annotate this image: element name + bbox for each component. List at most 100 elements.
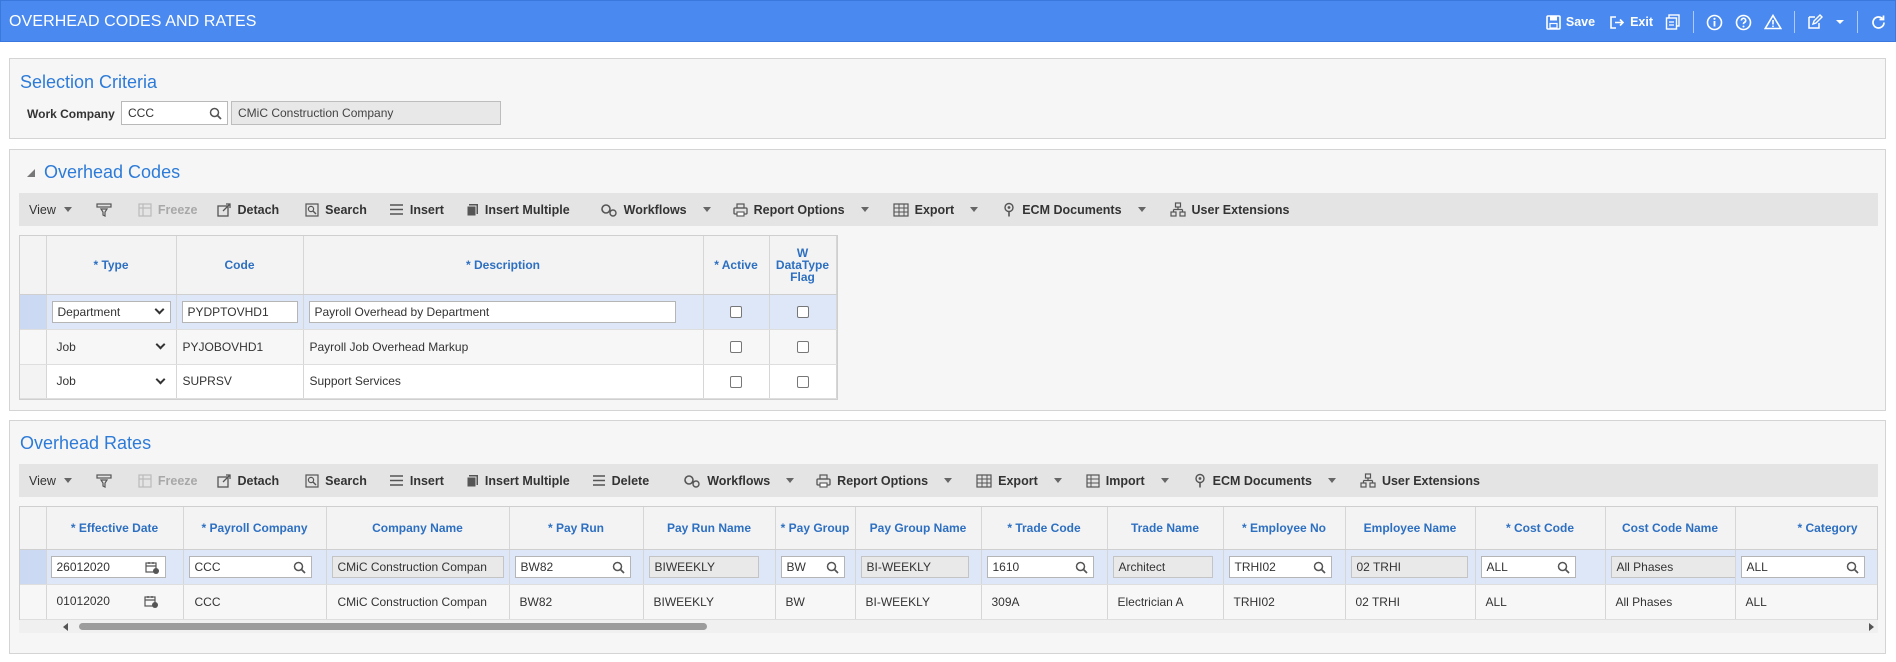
table-row[interactable]: Job SUPRSV Support Services — [20, 364, 837, 399]
scrollbar-thumb[interactable] — [79, 623, 707, 630]
table-row[interactable]: 01012020 CCC CMiC Construction Compan BW… — [20, 584, 1877, 620]
type-select[interactable]: Department — [51, 300, 171, 323]
column-header-company-name[interactable]: Company Name — [326, 507, 510, 550]
workflows-button[interactable]: Workflows — [600, 203, 711, 217]
search-icon[interactable] — [293, 561, 306, 574]
view-menu[interactable]: View — [29, 474, 72, 488]
horizontal-scrollbar[interactable] — [19, 620, 1878, 633]
search-icon[interactable] — [1075, 561, 1088, 574]
search-button[interactable]: Search — [305, 203, 367, 217]
view-menu[interactable]: View — [29, 203, 72, 217]
column-header-cost-code[interactable]: * Cost Code — [1475, 507, 1606, 550]
warning-icon[interactable] — [1764, 14, 1782, 30]
filter-icon[interactable] — [96, 473, 118, 488]
refresh-icon[interactable] — [1870, 14, 1887, 31]
cost-code-input[interactable]: ALL — [1480, 555, 1576, 578]
employee-no-input[interactable]: TRHI02 — [1228, 555, 1332, 578]
column-header-description[interactable]: * Description — [303, 236, 704, 295]
payroll-company-input[interactable]: CCC — [188, 555, 312, 578]
detach-button[interactable]: Detach — [217, 474, 279, 488]
table-row[interactable]: Job PYJOBOVHD1 Payroll Job Overhead Mark… — [20, 329, 837, 365]
code-cell[interactable]: PYJOBOVHD1 — [176, 329, 304, 365]
report-options-button[interactable]: Report Options — [816, 474, 953, 488]
column-header-effective-date[interactable]: * Effective Date — [46, 507, 184, 550]
freeze-button[interactable]: Freeze — [138, 474, 197, 488]
insert-button[interactable]: Insert — [389, 203, 444, 217]
import-button[interactable]: Import — [1086, 474, 1169, 488]
trade-code-input[interactable]: 1610 — [986, 555, 1094, 578]
ecm-documents-button[interactable]: ECM Documents — [1193, 473, 1336, 488]
effective-date-input[interactable]: 26012020 — [50, 555, 166, 578]
collapse-icon[interactable] — [26, 168, 36, 178]
info-icon[interactable] — [1706, 14, 1723, 31]
chevron-down-icon[interactable] — [1835, 18, 1845, 26]
delete-button[interactable]: Delete — [592, 474, 649, 488]
search-icon[interactable] — [1557, 561, 1570, 574]
column-header-type[interactable]: * Type — [46, 236, 177, 295]
user-extensions-button[interactable]: User Extensions — [1360, 473, 1480, 488]
exit-button[interactable]: Exit — [1609, 15, 1653, 30]
column-header-cost-code-name[interactable]: Cost Code Name — [1605, 507, 1736, 550]
filter-icon[interactable] — [96, 202, 118, 217]
search-button[interactable]: Search — [305, 474, 367, 488]
row-selector[interactable] — [20, 364, 47, 399]
flag-checkbox[interactable] — [796, 306, 809, 319]
column-header-w-datatype-flag[interactable]: W DataType Flag — [769, 236, 837, 295]
column-header-employee-no[interactable]: * Employee No — [1223, 507, 1346, 550]
column-header-payroll-company[interactable]: * Payroll Company — [183, 507, 327, 550]
code-input[interactable]: PYDPTOVHD1 — [181, 300, 298, 323]
category-cell[interactable]: ALL — [1735, 584, 1877, 620]
cost-code-cell[interactable]: ALL — [1475, 584, 1606, 620]
help-icon[interactable] — [1735, 14, 1752, 31]
table-row[interactable]: 26012020 CCC CMiC Construction Compan BW… — [20, 549, 1877, 585]
export-button[interactable]: Export — [976, 474, 1062, 488]
column-header-employee-name[interactable]: Employee Name — [1345, 507, 1476, 550]
search-icon[interactable] — [209, 107, 222, 120]
column-header-pay-run-name[interactable]: Pay Run Name — [643, 507, 776, 550]
search-icon[interactable] — [1846, 561, 1859, 574]
flag-checkbox[interactable] — [796, 341, 809, 354]
description-cell[interactable]: Support Services — [303, 364, 704, 399]
pay-group-cell[interactable]: BW — [775, 584, 856, 620]
work-company-input[interactable]: CCC — [121, 101, 228, 125]
edit-menu-icon[interactable] — [1807, 14, 1823, 30]
pay-run-cell[interactable]: BW82 — [509, 584, 644, 620]
column-header-pay-group-name[interactable]: Pay Group Name — [855, 507, 982, 550]
code-cell[interactable]: SUPRSV — [176, 364, 304, 399]
insert-button[interactable]: Insert — [389, 474, 444, 488]
search-icon[interactable] — [826, 561, 839, 574]
column-header-pay-group[interactable]: * Pay Group — [775, 507, 856, 550]
workflows-button[interactable]: Workflows — [683, 474, 795, 488]
active-checkbox[interactable] — [730, 306, 742, 319]
scroll-left-icon[interactable] — [63, 623, 68, 631]
table-row[interactable]: Department PYDPTOVHD1 Payroll Overhead b… — [20, 294, 837, 330]
report-options-button[interactable]: Report Options — [732, 203, 869, 217]
description-cell[interactable]: Payroll Job Overhead Markup — [303, 329, 704, 365]
trade-code-cell[interactable]: 309A — [981, 584, 1108, 620]
column-header-code[interactable]: Code — [176, 236, 304, 295]
insert-multiple-button[interactable]: Insert Multiple — [466, 203, 570, 217]
flag-checkbox[interactable] — [796, 375, 809, 388]
scroll-right-icon[interactable] — [1869, 623, 1874, 631]
row-selector[interactable] — [20, 294, 47, 330]
description-input[interactable]: Payroll Overhead by Department — [308, 300, 676, 323]
calendar-icon[interactable] — [144, 561, 160, 575]
column-header-trade-name[interactable]: Trade Name — [1107, 507, 1224, 550]
effective-date-cell[interactable]: 01012020 — [46, 584, 184, 620]
user-extensions-button[interactable]: User Extensions — [1169, 202, 1290, 217]
row-selector[interactable] — [20, 329, 47, 365]
insert-multiple-button[interactable]: Insert Multiple — [466, 474, 570, 488]
column-header-category[interactable]: * Category — [1735, 507, 1877, 550]
save-button[interactable]: Save — [1546, 14, 1595, 30]
detach-button[interactable]: Detach — [217, 203, 279, 217]
freeze-button[interactable]: Freeze — [138, 203, 197, 217]
active-checkbox[interactable] — [730, 341, 742, 354]
employee-no-cell[interactable]: TRHI02 — [1223, 584, 1346, 620]
row-selector[interactable] — [20, 549, 47, 585]
type-select[interactable]: Job — [57, 374, 166, 388]
print-icon[interactable] — [1665, 14, 1681, 30]
payroll-company-cell[interactable]: CCC — [183, 584, 327, 620]
pay-run-input[interactable]: BW82 — [514, 555, 631, 578]
calendar-icon[interactable] — [144, 595, 159, 609]
category-input[interactable]: ALL — [1740, 555, 1865, 578]
